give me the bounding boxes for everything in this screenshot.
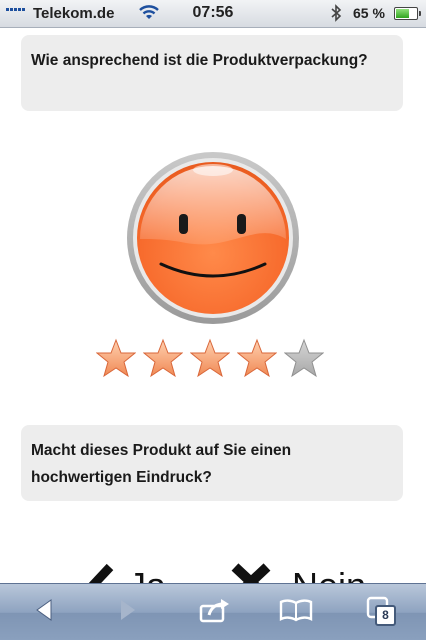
answer-yes-label[interactable]: Ja xyxy=(128,565,166,585)
status-bar: Telekom.de 07:56 65 % xyxy=(0,0,426,28)
battery-level-fill xyxy=(396,9,409,18)
cross-icon[interactable] xyxy=(229,561,273,585)
question-text: Macht dieses Produkt auf Sie einen hochw… xyxy=(31,442,292,486)
back-icon xyxy=(34,598,54,627)
bluetooth-icon xyxy=(330,4,342,26)
check-icon[interactable] xyxy=(64,561,114,585)
star-filled-icon[interactable] xyxy=(189,338,231,378)
star-filled-icon[interactable] xyxy=(236,338,278,378)
smiley-face-icon xyxy=(126,151,300,325)
answer-no-label[interactable]: Nein xyxy=(292,565,366,585)
bookmarks-icon xyxy=(279,598,313,627)
question-box-packaging: Wie ansprechend ist die Produktverpackun… xyxy=(21,35,403,111)
back-button[interactable] xyxy=(24,595,64,629)
bookmarks-button[interactable] xyxy=(276,595,316,629)
star-filled-icon[interactable] xyxy=(95,338,137,378)
battery-percent: 65 % xyxy=(353,5,385,21)
star-empty-icon[interactable] xyxy=(283,338,325,378)
tabs-count-badge[interactable]: 8 xyxy=(375,605,396,626)
share-button[interactable] xyxy=(195,595,235,629)
share-icon xyxy=(199,597,231,628)
answer-row: Ja Nein xyxy=(0,555,426,585)
star-filled-icon[interactable] xyxy=(142,338,184,378)
battery-icon xyxy=(394,7,421,20)
survey-page: Telekom.de 07:56 65 % Wie ansprechend is… xyxy=(0,0,426,640)
question-box-quality: Macht dieses Produkt auf Sie einen hochw… xyxy=(21,425,403,501)
question-text: Wie ansprechend ist die Produktverpackun… xyxy=(31,52,368,69)
browser-toolbar: 8 xyxy=(0,583,426,640)
forward-button[interactable] xyxy=(108,595,148,629)
forward-icon xyxy=(118,598,138,627)
